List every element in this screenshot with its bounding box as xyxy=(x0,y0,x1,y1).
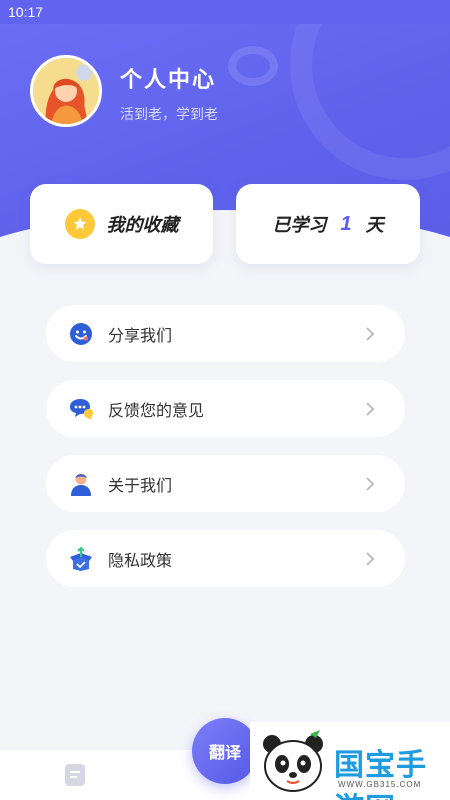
chevron-right-icon xyxy=(365,551,375,567)
menu-item-label: 关于我们 xyxy=(108,477,173,495)
person-icon xyxy=(68,471,94,497)
favorites-card[interactable]: 我的收藏 xyxy=(30,184,213,264)
watermark-brand: 国宝手游网 xyxy=(334,749,427,800)
study-prefix: 已学习 xyxy=(272,215,327,235)
smile-face-icon xyxy=(68,321,94,347)
chevron-right-icon xyxy=(365,401,375,417)
menu-item-about[interactable]: 关于我们 xyxy=(46,455,405,512)
chevron-right-icon xyxy=(365,476,375,492)
watermark: 国宝手游网 WWW.GB315.COM xyxy=(250,722,450,800)
tab-document-icon[interactable] xyxy=(62,762,88,788)
menu-item-feedback[interactable]: 反馈您的意见 xyxy=(46,380,405,437)
study-days-count: 1 xyxy=(340,212,352,235)
watermark-url: WWW.GB315.COM xyxy=(338,780,422,789)
decorative-ring-small xyxy=(228,46,278,86)
study-suffix: 天 xyxy=(365,215,384,235)
avatar-illustration xyxy=(33,58,99,124)
profile-title: 个人中心 xyxy=(120,67,217,92)
translate-button[interactable]: 翻译 xyxy=(192,718,258,784)
menu-item-label: 反馈您的意见 xyxy=(108,402,205,420)
status-bar: 10:17 xyxy=(0,0,450,24)
chevron-right-icon xyxy=(365,326,375,342)
menu-item-label: 隐私政策 xyxy=(108,552,173,570)
decorative-ring xyxy=(290,0,450,180)
star-icon xyxy=(64,209,95,239)
profile-subtitle: 活到老，学到老 xyxy=(120,106,218,122)
avatar[interactable] xyxy=(30,55,102,127)
panda-logo-icon xyxy=(258,728,328,796)
menu-item-privacy[interactable]: 隐私政策 xyxy=(46,530,405,587)
study-days-card: 已学习 1 天 xyxy=(236,184,420,264)
shield-box-icon xyxy=(68,546,94,572)
status-time: 10:17 xyxy=(8,4,44,20)
menu-list: 分享我们 反馈您的意见 关于我们 隐私政策 xyxy=(46,305,405,605)
menu-item-label: 分享我们 xyxy=(108,327,173,345)
menu-item-share[interactable]: 分享我们 xyxy=(46,305,405,362)
favorites-label: 我的收藏 xyxy=(106,215,179,235)
chat-bubble-icon xyxy=(68,396,94,422)
